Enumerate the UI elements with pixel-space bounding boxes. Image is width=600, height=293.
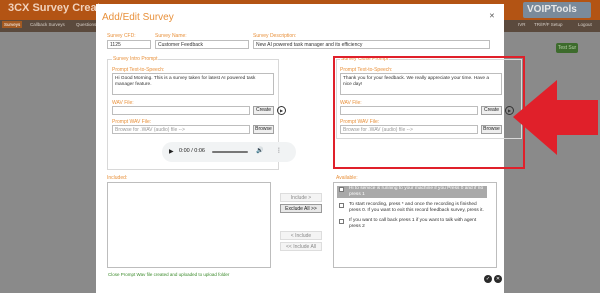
voiptools-logo: VOIPTools	[523, 2, 591, 18]
close-icon[interactable]: ✕	[489, 12, 495, 20]
intro-prompt-wav-input[interactable]: Browse for .WAV (audio) file -->	[112, 125, 250, 134]
intro-prompt-legend: Survey Intro Prompt	[112, 56, 159, 62]
red-arrow-icon	[513, 80, 598, 155]
survey-cfd-label: Survey CFD:	[107, 33, 136, 39]
add-edit-survey-dialog: Add/Edit Survey ✕ Survey CFD: 1125 Surve…	[96, 4, 525, 293]
available-item[interactable]: To start recording, press * and once the…	[337, 202, 487, 214]
survey-name-input[interactable]: Customer Feedback	[155, 40, 249, 49]
logo-text: VOIPTools	[527, 4, 577, 15]
volume-icon[interactable]: 🔊	[256, 147, 263, 154]
audio-progress-track[interactable]	[212, 151, 248, 153]
included-list[interactable]	[107, 182, 271, 268]
nav-item-callback-surveys[interactable]: Callback Surveys	[30, 22, 65, 27]
nav-item-logout[interactable]: Logout	[578, 22, 592, 27]
include-button[interactable]: Include >	[280, 193, 322, 202]
intro-browse-button[interactable]: Browse	[253, 125, 274, 134]
survey-description-input[interactable]: New AI powered task manager and its effi…	[253, 40, 490, 49]
intro-create-button[interactable]: Create	[253, 106, 274, 115]
status-note: Close Prompt Wav file created and upload…	[108, 272, 230, 277]
close-prompt-highlight	[333, 56, 525, 169]
available-list[interactable]: Hi to service is running to your machine…	[333, 182, 497, 268]
nav-item-ivr[interactable]: IVR	[518, 22, 526, 27]
app-title: 3CX Survey Creato	[8, 2, 108, 14]
nav-item-setup[interactable]: TR/IP/F Setup	[534, 22, 563, 27]
nav-item-questions[interactable]: Questions	[76, 22, 96, 27]
item-checkbox[interactable]	[339, 187, 344, 192]
intro-wav-input[interactable]	[112, 106, 250, 115]
available-item[interactable]: Hi to service is running to your machine…	[337, 186, 487, 198]
item-checkbox[interactable]	[339, 219, 344, 224]
dialog-title: Add/Edit Survey	[102, 12, 174, 23]
survey-cfd-input[interactable]: 1125	[107, 40, 151, 49]
intro-tts-textarea[interactable]: Hi Good Morning. This is a survey taken …	[112, 73, 274, 95]
intro-play-icon[interactable]: ▶	[277, 106, 286, 115]
audio-time: 0:00 / 0:06	[179, 148, 205, 154]
more-options-icon[interactable]: ⋮	[276, 147, 282, 154]
test-survey-button[interactable]: Test Sur	[556, 43, 578, 53]
available-label: Available:	[336, 175, 358, 181]
include-left-button[interactable]: < Include	[280, 231, 322, 240]
exclude-all-button[interactable]: Exclude All >>	[280, 204, 322, 213]
survey-name-label: Survey Name:	[155, 33, 187, 39]
save-check-icon[interactable]: ✓	[484, 275, 492, 283]
nav-item-surveys[interactable]: Surveys	[2, 21, 23, 28]
available-item[interactable]: If you want to call back press 1 if you …	[337, 218, 487, 230]
audio-play-icon[interactable]: ▶	[169, 148, 174, 155]
intro-audio-player[interactable]: ▶ 0:00 / 0:06 🔊 ⋮	[162, 142, 296, 162]
survey-description-label: Survey Description:	[253, 33, 297, 39]
cancel-x-icon[interactable]: ✕	[494, 275, 502, 283]
include-all-button[interactable]: << Include All	[280, 242, 322, 251]
included-label: Included:	[107, 175, 128, 181]
item-checkbox[interactable]	[339, 203, 344, 208]
